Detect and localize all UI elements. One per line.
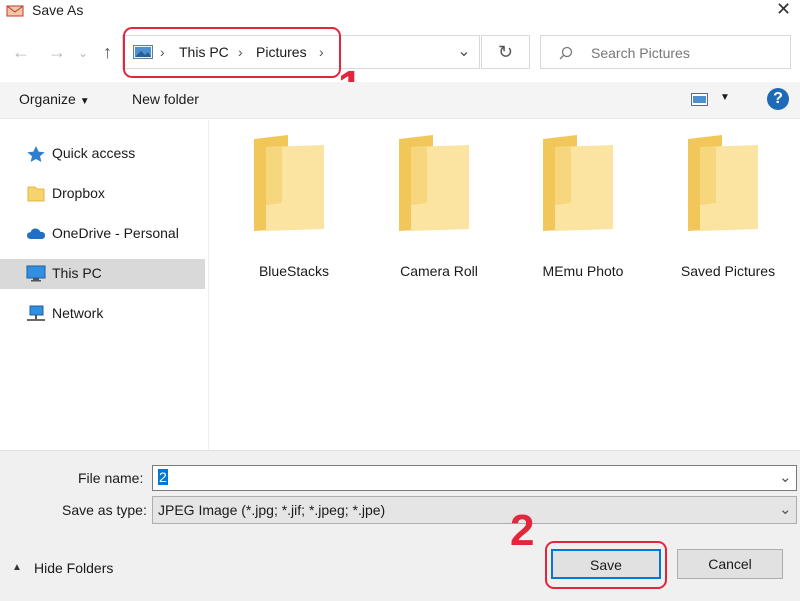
save-type-value: JPEG Image (*.jpg; *.jif; *.jpeg; *.jpe) <box>158 502 386 518</box>
forward-button[interactable]: → <box>48 42 66 63</box>
folder-icon <box>254 135 324 231</box>
refresh-button[interactable]: ↻ <box>481 35 530 69</box>
file-name-dropdown-icon[interactable]: ⌄ <box>779 468 792 486</box>
sidebar-item-network[interactable]: Network <box>0 299 205 329</box>
folder-icon <box>27 186 45 202</box>
view-dropdown-icon[interactable]: ▼ <box>720 92 730 103</box>
folder-icon <box>399 135 469 231</box>
chevron-up-icon[interactable]: ▲ <box>12 562 22 573</box>
sidebar-item-label: OneDrive - Personal <box>52 225 179 241</box>
folder-item-bluestacks[interactable]: BlueStacks <box>234 133 354 283</box>
sidebar-item-onedrive[interactable]: OneDrive - Personal <box>0 219 205 249</box>
save-type-dropdown-icon[interactable]: ⌄ <box>779 500 792 518</box>
annotation-number-2: 2 <box>510 506 535 555</box>
recent-dropdown-icon[interactable]: ⌄ <box>78 46 88 60</box>
back-button[interactable]: ← <box>12 42 30 63</box>
sidebar-item-label: Dropbox <box>52 185 105 201</box>
sidebar-item-label: Quick access <box>52 145 136 161</box>
organize-button[interactable]: Organize ▼ <box>19 91 90 107</box>
cancel-button[interactable]: Cancel <box>677 549 783 579</box>
file-name-label: File name: <box>78 470 144 486</box>
folder-item-saved-pictures[interactable]: Saved Pictures <box>668 133 788 283</box>
save-type-label: Save as type: <box>62 502 147 518</box>
folder-item-camera-roll[interactable]: Camera Roll <box>379 133 499 283</box>
save-type-select[interactable]: JPEG Image (*.jpg; *.jif; *.jpeg; *.jpe)… <box>152 496 797 524</box>
folder-item-memu-photo[interactable]: MEmu Photo <box>523 133 643 283</box>
folder-label: Saved Pictures <box>680 263 776 279</box>
search-input[interactable]: Search Pictures <box>591 45 690 61</box>
annotation-box-save <box>545 541 667 589</box>
search-icon <box>559 46 573 60</box>
close-icon[interactable]: ✕ <box>776 0 791 20</box>
monitor-icon <box>26 265 46 282</box>
sidebar-item-label: Network <box>52 305 104 321</box>
window-title: Save As <box>32 2 84 18</box>
hide-folders-button[interactable]: Hide Folders <box>34 560 113 576</box>
folder-label: BlueStacks <box>258 263 330 279</box>
address-dropdown-icon[interactable]: ⌄ <box>448 35 480 69</box>
up-button[interactable]: ↑ <box>103 42 112 63</box>
sidebar-item-label: This PC <box>52 265 102 281</box>
toolbar: Organize ▼ New folder ▼ <box>0 82 800 119</box>
star-icon <box>27 146 45 162</box>
folder-icon <box>543 135 613 231</box>
folder-label: MEmu Photo <box>542 263 624 279</box>
refresh-icon: ↻ <box>497 42 514 62</box>
organize-label: Organize <box>19 91 76 107</box>
caret-down-icon: ▼ <box>79 96 90 107</box>
app-icon <box>6 5 24 17</box>
sidebar-item-dropbox[interactable]: Dropbox <box>0 179 205 209</box>
folder-label: Camera Roll <box>400 263 478 279</box>
annotation-box-address <box>123 27 341 78</box>
file-name-field[interactable]: 2 ⌄ <box>152 465 797 491</box>
cloud-icon <box>27 228 45 239</box>
folder-icon <box>688 135 758 231</box>
sidebar-item-quick-access[interactable]: Quick access <box>0 139 205 169</box>
file-name-value: 2 <box>158 469 168 485</box>
new-folder-button[interactable]: New folder <box>132 91 199 107</box>
help-button[interactable]: ? <box>767 88 789 110</box>
view-icon[interactable] <box>691 93 708 106</box>
network-icon <box>27 305 45 321</box>
title-bar: Save As ✕ <box>0 0 800 22</box>
navigation-pane: Quick access Dropbox OneDrive - Personal… <box>0 120 209 450</box>
search-box[interactable]: Search Pictures <box>540 35 791 69</box>
sidebar-item-this-pc[interactable]: This PC <box>0 259 205 289</box>
